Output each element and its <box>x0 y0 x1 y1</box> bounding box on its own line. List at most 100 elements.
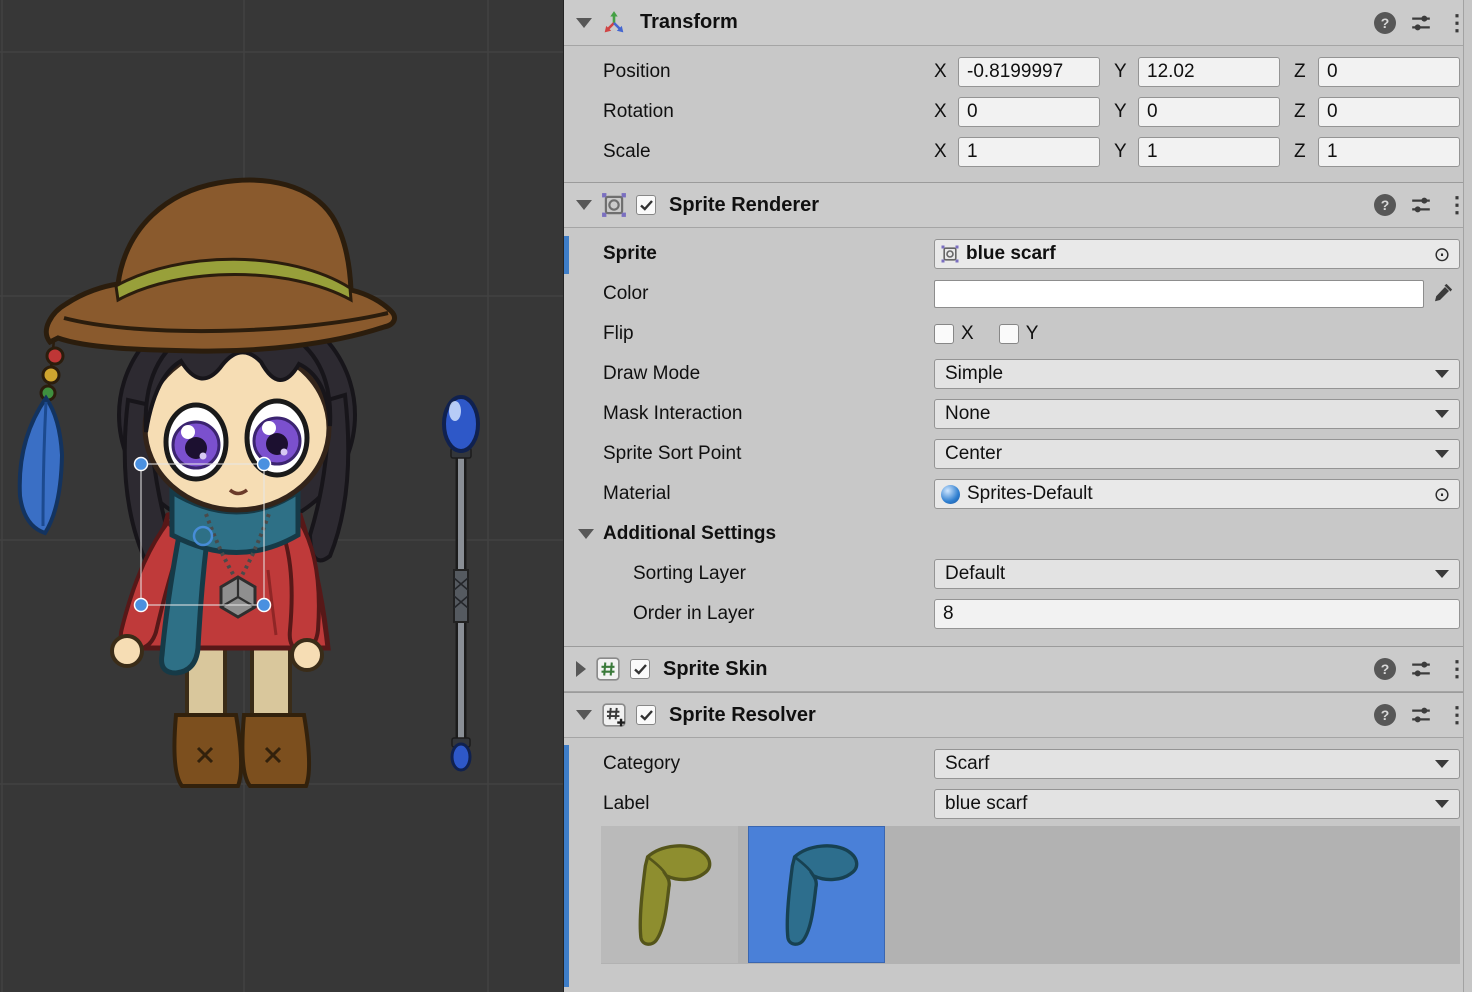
unity-pendant <box>221 577 255 617</box>
axis-y-label: Y <box>1114 101 1138 123</box>
draw-mode-label: Draw Mode <box>603 363 934 385</box>
presets-icon[interactable] <box>1410 704 1432 726</box>
override-indicator-sprite <box>564 236 569 274</box>
additional-settings-label: Additional Settings <box>603 523 776 545</box>
category-dropdown[interactable]: Scarf <box>934 749 1460 779</box>
sprite-skin-enabled-checkbox[interactable] <box>630 659 650 679</box>
foldout-open-icon[interactable] <box>576 200 592 210</box>
mask-interaction-dropdown[interactable]: None <box>934 399 1460 429</box>
object-picker-icon[interactable]: ⊙ <box>1429 241 1455 267</box>
sprite-sort-point-dropdown[interactable]: Center <box>934 439 1460 469</box>
scene-view[interactable] <box>0 0 563 992</box>
color-label: Color <box>603 283 934 305</box>
flip-label: Flip <box>603 323 934 345</box>
selection-handle-bottom-right <box>258 599 271 612</box>
flip-x-checkbox[interactable] <box>934 324 954 344</box>
material-row: Material Sprites-Default ⊙ <box>564 474 1472 514</box>
override-indicator-resolver <box>564 745 569 987</box>
category-row: Category Scarf <box>564 744 1472 784</box>
presets-icon[interactable] <box>1410 12 1432 34</box>
position-x-field[interactable]: -0.8199997 <box>958 57 1100 87</box>
position-y-field[interactable]: 12.02 <box>1138 57 1280 87</box>
sorting-layer-row: Sorting Layer Default <box>564 554 1472 594</box>
object-picker-icon[interactable]: ⊙ <box>1429 481 1455 507</box>
menu-icon[interactable]: ⋮ <box>1446 12 1458 34</box>
menu-icon[interactable]: ⋮ <box>1446 658 1458 680</box>
category-label: Category <box>603 753 934 775</box>
inspector-scrollbar[interactable] <box>1463 0 1472 992</box>
label-dropdown[interactable]: blue scarf <box>934 789 1460 819</box>
axis-y-label: Y <box>1114 141 1138 163</box>
axis-z-label: Z <box>1294 141 1318 163</box>
axis-z-label: Z <box>1294 61 1318 83</box>
mask-interaction-row: Mask Interaction None <box>564 394 1472 434</box>
help-icon[interactable]: ? <box>1374 704 1396 726</box>
blue-scarf-image <box>761 839 873 951</box>
axis-x-label: X <box>934 141 958 163</box>
flip-x-label: X <box>961 323 974 345</box>
sprite-renderer-title: Sprite Renderer <box>669 194 819 217</box>
blue-scarf-thumbnail[interactable] <box>748 826 885 963</box>
flip-y-checkbox[interactable] <box>999 324 1019 344</box>
sprite-renderer-enabled-checkbox[interactable] <box>636 195 656 215</box>
scale-z-field[interactable]: 1 <box>1318 137 1460 167</box>
chevron-down-icon <box>1435 800 1449 808</box>
chevron-down-icon <box>1435 370 1449 378</box>
unity-editor: Transform ? ⋮ Position X -0.8199997 Y 12… <box>0 0 1472 992</box>
sprite-renderer-header[interactable]: Sprite Renderer ? ⋮ <box>564 182 1472 228</box>
sprite-variant-picker <box>601 826 1460 964</box>
scale-y-field[interactable]: 1 <box>1138 137 1280 167</box>
sprite-object-name: blue scarf <box>966 243 1422 265</box>
sprite-label: Sprite <box>603 243 934 265</box>
rotation-x-field[interactable]: 0 <box>958 97 1100 127</box>
foldout-closed-icon[interactable] <box>576 661 586 677</box>
rotation-label: Rotation <box>603 101 934 123</box>
draw-mode-row: Draw Mode Simple <box>564 354 1472 394</box>
selection-handle-bottom-left <box>135 599 148 612</box>
help-icon[interactable]: ? <box>1374 194 1396 216</box>
presets-icon[interactable] <box>1410 658 1432 680</box>
presets-icon[interactable] <box>1410 194 1432 216</box>
sprite-object-field[interactable]: blue scarf ⊙ <box>934 239 1460 269</box>
mask-interaction-label: Mask Interaction <box>603 403 934 425</box>
sprite-resolver-body: Category Scarf Label blue scarf <box>564 738 1472 826</box>
eyedropper-icon[interactable] <box>1424 279 1460 309</box>
sprite-row: Sprite blue scarf ⊙ <box>564 234 1472 274</box>
sprite-sort-point-row: Sprite Sort Point Center <box>564 434 1472 474</box>
additional-settings-row[interactable]: Additional Settings <box>564 514 1472 554</box>
sprite-resolver-icon <box>601 702 627 728</box>
material-object-field[interactable]: Sprites-Default ⊙ <box>934 479 1460 509</box>
rotation-z-field[interactable]: 0 <box>1318 97 1460 127</box>
transform-title: Transform <box>640 11 738 34</box>
help-icon[interactable]: ? <box>1374 658 1396 680</box>
label-row: Label blue scarf <box>564 784 1472 824</box>
chevron-down-icon <box>1435 570 1449 578</box>
menu-icon[interactable]: ⋮ <box>1446 704 1458 726</box>
olive-scarf-thumbnail[interactable] <box>601 826 738 963</box>
sprite-skin-header[interactable]: Sprite Skin ? ⋮ <box>564 646 1472 692</box>
transform-header[interactable]: Transform ? ⋮ <box>564 0 1472 46</box>
olive-scarf-image <box>614 839 726 951</box>
color-swatch[interactable] <box>934 280 1424 308</box>
position-label: Position <box>603 61 934 83</box>
foldout-open-icon[interactable] <box>578 529 594 539</box>
sprite-resolver-header[interactable]: Sprite Resolver ? ⋮ <box>564 692 1472 738</box>
color-row: Color <box>564 274 1472 314</box>
sprite-resolver-enabled-checkbox[interactable] <box>636 705 656 725</box>
position-z-field[interactable]: 0 <box>1318 57 1460 87</box>
order-in-layer-field[interactable]: 8 <box>934 599 1460 629</box>
menu-icon[interactable]: ⋮ <box>1446 194 1458 216</box>
scale-row: Scale X 1 Y 1 Z 1 <box>564 132 1472 172</box>
order-in-layer-label: Order in Layer <box>603 603 934 625</box>
scale-x-field[interactable]: 1 <box>958 137 1100 167</box>
foldout-open-icon[interactable] <box>576 710 592 720</box>
sorting-layer-dropdown[interactable]: Default <box>934 559 1460 589</box>
help-icon[interactable]: ? <box>1374 12 1396 34</box>
selection-handle-top-right <box>258 458 271 471</box>
rotation-row: Rotation X 0 Y 0 Z 0 <box>564 92 1472 132</box>
foldout-open-icon[interactable] <box>576 18 592 28</box>
rotation-y-field[interactable]: 0 <box>1138 97 1280 127</box>
flip-y-label: Y <box>1026 323 1039 345</box>
position-row: Position X -0.8199997 Y 12.02 Z 0 <box>564 52 1472 92</box>
draw-mode-dropdown[interactable]: Simple <box>934 359 1460 389</box>
